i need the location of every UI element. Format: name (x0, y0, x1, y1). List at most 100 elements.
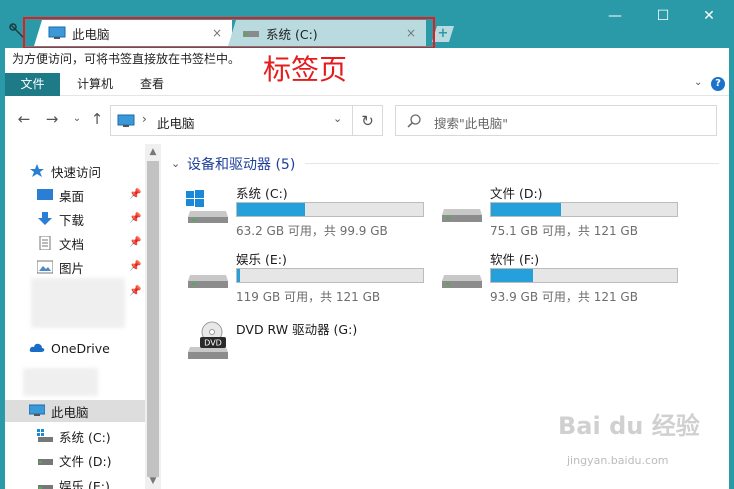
system-drive-icon (37, 429, 53, 442)
nav-item-desktop[interactable]: 桌面 📌 (5, 184, 145, 206)
chevron-down-icon[interactable]: ⌄ (333, 112, 342, 125)
drive-icon (442, 275, 482, 288)
section-divider (305, 163, 719, 164)
bookmark-hint: 为方便访问，可将书签直接放在书签栏中。 (12, 52, 241, 66)
close-window-button[interactable]: ✕ (697, 4, 721, 28)
drive-free-space: 93.9 GB 可用，共 121 GB (490, 290, 638, 304)
drive-free-space: 75.1 GB 可用，共 121 GB (490, 224, 638, 238)
navigation-pane: 快速访问 桌面 📌 下载 📌 文档 📌 图片 📌 📌 OneDrive 此电脑 … (5, 144, 145, 489)
drive-name: 软件 (F:) (490, 252, 540, 267)
nav-scrollbar[interactable]: ▲ ▼ (145, 144, 161, 489)
pin-icon[interactable]: 📌 (129, 189, 141, 200)
drive-icon (38, 485, 53, 489)
tab-this-pc[interactable]: 此电脑 × (34, 20, 232, 46)
drive-usage-fill (237, 203, 306, 216)
drive-usage-bar (236, 202, 424, 217)
back-arrow-icon[interactable]: ← (15, 110, 33, 128)
drive-icon (188, 275, 228, 288)
tab-close-icon[interactable]: × (210, 26, 224, 40)
drive-free-space: 63.2 GB 可用，共 99.9 GB (236, 224, 388, 238)
nav-this-pc[interactable]: 此电脑 (5, 400, 145, 422)
recent-dropdown-icon[interactable]: ⌄ (68, 110, 86, 128)
scroll-up-icon[interactable]: ▲ (145, 144, 161, 160)
document-icon (39, 236, 51, 250)
dvd-drive-icon: DVD (188, 321, 228, 359)
drive-usage-fill (491, 269, 533, 282)
tab-system-c[interactable]: 系统 (C:) × (228, 20, 426, 46)
tab-close-icon[interactable]: × (404, 26, 418, 40)
section-title[interactable]: 设备和驱动器 (5) (187, 154, 295, 174)
computer-icon (48, 26, 66, 39)
wrench-icon[interactable] (8, 22, 28, 42)
nav-item-documents[interactable]: 文档 📌 (5, 232, 145, 254)
nav-drive-d[interactable]: 文件 (D:) (5, 449, 145, 471)
up-arrow-icon[interactable]: ↑ (88, 110, 106, 128)
scroll-down-icon[interactable]: ▼ (145, 474, 161, 489)
drive-tile-c[interactable]: 系统 (C:) 63.2 GB 可用，共 99.9 GB (186, 183, 436, 243)
content-area: 快速访问 桌面 📌 下载 📌 文档 📌 图片 📌 📌 OneDrive 此电脑 … (5, 144, 729, 489)
drive-icon (243, 31, 259, 37)
dvd-badge: DVD (204, 339, 222, 348)
drive-icon (38, 459, 53, 465)
breadcrumb-this-pc[interactable]: 此电脑 (157, 113, 195, 132)
blurred-item (23, 368, 98, 396)
search-placeholder: 搜索"此电脑" (434, 116, 508, 131)
cloud-icon (29, 343, 45, 352)
drive-name: DVD RW 驱动器 (G:) (236, 322, 358, 337)
nav-drive-e[interactable]: 娱乐 (E:) (5, 473, 145, 489)
drive-tile-dvd[interactable]: DVD DVD RW 驱动器 (G:) (186, 319, 436, 379)
ribbon-tab-file[interactable]: 文件 (5, 73, 60, 96)
drive-tile-e[interactable]: 娱乐 (E:) 119 GB 可用，共 121 GB (186, 249, 436, 309)
new-tab-button[interactable]: + (432, 26, 454, 42)
drive-icon (442, 209, 482, 222)
nav-drive-c[interactable]: 系统 (C:) (5, 425, 145, 447)
drive-name: 文件 (D:) (490, 186, 543, 201)
annotation-label: 标签页 (263, 53, 348, 86)
minimize-button[interactable]: — (603, 4, 627, 28)
drive-usage-fill (237, 269, 241, 282)
watermark-brand: Bai du 经验 (558, 412, 700, 440)
maximize-button[interactable]: ☐ (651, 4, 675, 28)
download-icon (38, 212, 52, 225)
drive-name: 系统 (C:) (236, 186, 288, 201)
search-input[interactable]: 搜索"此电脑" (395, 105, 717, 136)
drive-usage-bar (490, 268, 678, 283)
forward-arrow-icon[interactable]: → (43, 110, 61, 128)
computer-icon (117, 114, 135, 127)
blurred-item (31, 278, 125, 328)
help-icon[interactable]: ? (711, 77, 725, 91)
drive-tile-f[interactable]: 软件 (F:) 93.9 GB 可用，共 121 GB (440, 249, 690, 309)
drive-tile-d[interactable]: 文件 (D:) 75.1 GB 可用，共 121 GB (440, 183, 690, 243)
refresh-button[interactable]: ↻ (353, 105, 383, 136)
navigation-bar: ← → ⌄ ↑ › 此电脑 ⌄ ↻ 搜索"此电脑" (5, 96, 729, 144)
search-icon (407, 114, 421, 128)
watermark-url: jingyan.baidu.com (567, 454, 669, 467)
title-bar: 此电脑 × 系统 (C:) × + — ☐ ✕ (0, 0, 734, 49)
nav-item-pictures[interactable]: 图片 📌 (5, 256, 145, 278)
nav-quick-access[interactable]: 快速访问 (5, 160, 145, 182)
pin-icon[interactable]: 📌 (129, 237, 141, 248)
nav-item-downloads[interactable]: 下载 📌 (5, 208, 145, 230)
ribbon-tab-computer[interactable]: 计算机 (65, 73, 125, 96)
address-bar[interactable]: › 此电脑 ⌄ (110, 105, 353, 136)
ribbon: 文件 计算机 查看 ⌄ ? (5, 68, 729, 96)
collapse-chevron-icon[interactable]: ⌄ (171, 157, 180, 170)
tab-label: 系统 (C:) (266, 26, 318, 42)
breadcrumb-separator: › (142, 112, 147, 126)
picture-icon (37, 260, 53, 274)
drive-name: 娱乐 (E:) (236, 252, 287, 267)
ribbon-tab-view[interactable]: 查看 (131, 73, 173, 96)
drive-usage-bar (236, 268, 424, 283)
pin-icon[interactable]: 📌 (129, 213, 141, 224)
pin-icon[interactable]: 📌 (129, 261, 141, 272)
desktop-icon (37, 189, 53, 200)
bookmark-bar: 为方便访问，可将书签直接放在书签栏中。 (5, 48, 729, 68)
star-icon (30, 164, 44, 177)
nav-onedrive[interactable]: OneDrive (5, 337, 145, 359)
chevron-down-icon[interactable]: ⌄ (694, 77, 706, 89)
pin-icon[interactable]: 📌 (129, 286, 141, 297)
scroll-thumb[interactable] (147, 161, 159, 477)
drive-free-space: 119 GB 可用，共 121 GB (236, 290, 381, 304)
computer-icon (29, 404, 45, 416)
system-drive-icon (186, 190, 228, 223)
